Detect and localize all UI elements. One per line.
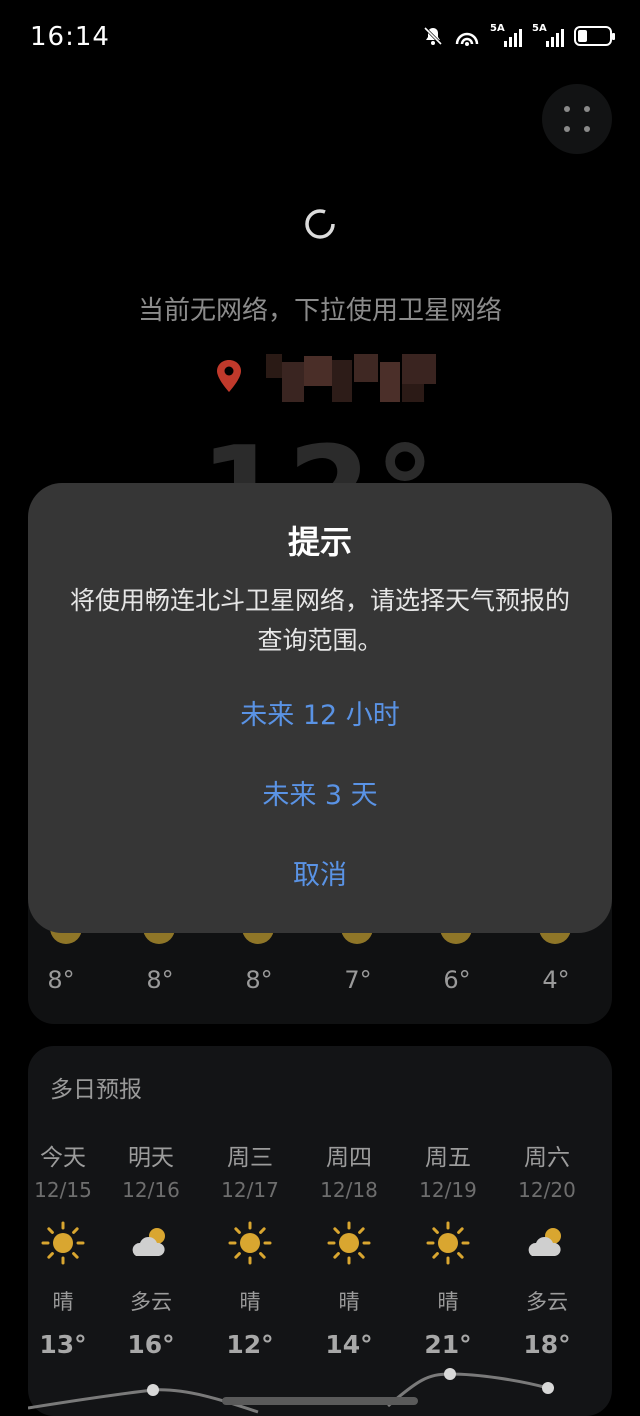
day-temp: 18° bbox=[523, 1330, 571, 1359]
home-indicator[interactable] bbox=[222, 1397, 418, 1405]
status-time: 16:14 bbox=[30, 22, 110, 52]
sun-icon bbox=[227, 1220, 273, 1266]
forecast-day-1[interactable]: 明天 12/16 多云 16° bbox=[106, 1138, 196, 1359]
battery-icon bbox=[574, 26, 615, 46]
day-name: 周三 bbox=[227, 1145, 273, 1171]
location-pin-icon bbox=[217, 360, 241, 392]
day-temp: 14° bbox=[325, 1330, 373, 1359]
option-12-hours-button[interactable]: 未来 12 小时 bbox=[28, 693, 612, 732]
location-name-pixelated bbox=[266, 354, 436, 402]
day-date: 12/20 bbox=[518, 1178, 576, 1202]
day-name: 周四 bbox=[326, 1145, 372, 1171]
day-date: 12/19 bbox=[419, 1178, 477, 1202]
sun-icon bbox=[40, 1220, 86, 1266]
day-condition: 晴 bbox=[239, 1290, 261, 1314]
forecast-day-0[interactable]: 今天 12/15 晴 13° bbox=[28, 1138, 108, 1359]
forecast-day-3[interactable]: 周四 12/18 晴 14° bbox=[304, 1138, 394, 1359]
bell-muted-icon bbox=[423, 26, 443, 46]
loading-spinner-icon bbox=[305, 209, 335, 239]
day-name: 周五 bbox=[425, 1145, 471, 1171]
more-menu-button[interactable] bbox=[542, 84, 612, 154]
day-name: 明天 bbox=[128, 1145, 174, 1171]
day-condition: 多云 bbox=[526, 1290, 568, 1314]
sun-icon bbox=[326, 1220, 372, 1266]
day-condition: 晴 bbox=[437, 1290, 459, 1314]
option-3-days-button[interactable]: 未来 3 天 bbox=[28, 773, 612, 812]
satellite-icon bbox=[455, 32, 479, 46]
no-network-text[interactable]: 当前无网络，下拉使用卫星网络 bbox=[0, 290, 640, 327]
partly-cloudy-icon bbox=[524, 1220, 570, 1266]
signal-label: 5A bbox=[490, 23, 505, 34]
signal-icon-2: 5A bbox=[532, 23, 564, 47]
day-name: 周六 bbox=[524, 1145, 570, 1171]
day-temp: 16° bbox=[127, 1330, 175, 1359]
signal-label-2: 5A bbox=[532, 23, 547, 34]
hour-temp: 8° bbox=[47, 966, 75, 994]
forecast-day-2[interactable]: 周三 12/17 晴 12° bbox=[205, 1138, 295, 1359]
day-date: 12/17 bbox=[221, 1178, 279, 1202]
hour-temp: 4° bbox=[542, 966, 570, 994]
dialog-message: 将使用畅连北斗卫星网络，请选择天气预报的查询范围。 bbox=[69, 586, 570, 655]
day-condition: 多云 bbox=[130, 1290, 172, 1314]
forecast-day-5[interactable]: 周六 12/20 多云 18° bbox=[502, 1138, 592, 1359]
satellite-dialog: 提示 将使用畅连北斗卫星网络，请选择天气预报的查询范围。 未来 12 小时 未来… bbox=[28, 483, 612, 933]
day-date: 12/16 bbox=[122, 1178, 180, 1202]
day-temp: 12° bbox=[226, 1330, 274, 1359]
day-name: 今天 bbox=[40, 1145, 86, 1171]
day-date: 12/15 bbox=[34, 1178, 92, 1202]
dialog-title: 提示 bbox=[287, 523, 352, 561]
partly-cloudy-icon bbox=[128, 1220, 174, 1266]
status-icons: 5A 5A bbox=[422, 23, 615, 48]
hour-temp: 8° bbox=[245, 966, 273, 994]
hour-temp: 6° bbox=[443, 966, 471, 994]
day-condition: 晴 bbox=[52, 1290, 74, 1314]
forecast-day-4[interactable]: 周五 12/19 晴 21° bbox=[403, 1138, 493, 1359]
forecast-title: 多日预报 bbox=[50, 1077, 142, 1103]
hour-temp: 8° bbox=[146, 966, 174, 994]
temperature-trend-line bbox=[28, 1368, 554, 1414]
hour-temp: 7° bbox=[344, 966, 372, 994]
cancel-button[interactable]: 取消 bbox=[28, 853, 612, 892]
day-date: 12/18 bbox=[320, 1178, 378, 1202]
day-temp: 13° bbox=[39, 1330, 87, 1359]
day-condition: 晴 bbox=[338, 1290, 360, 1314]
signal-icon: 5A bbox=[490, 23, 522, 47]
sun-icon bbox=[425, 1220, 471, 1266]
day-temp: 21° bbox=[424, 1330, 472, 1359]
